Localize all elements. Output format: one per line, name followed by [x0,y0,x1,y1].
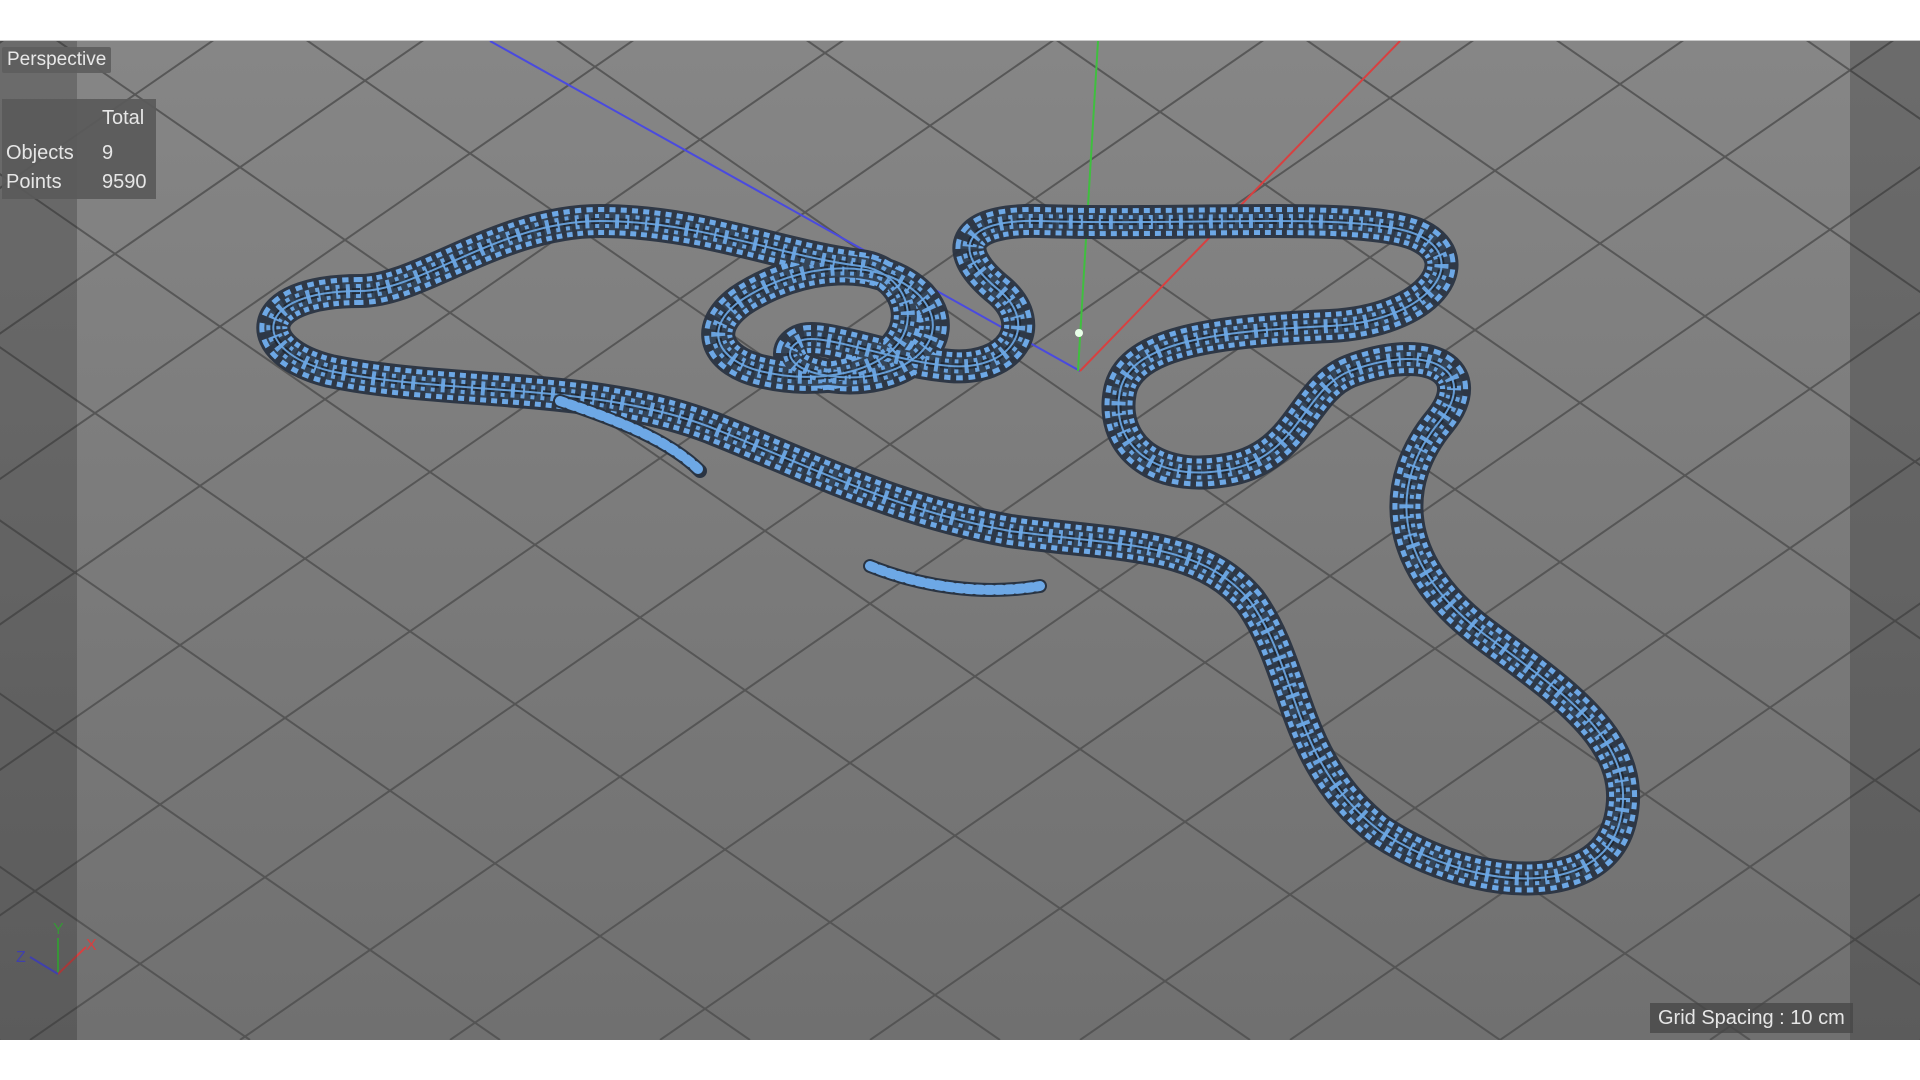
origin-point [1075,329,1083,337]
gizmo-x-label: X [86,937,97,954]
hud-points-label: Points [6,171,62,193]
scene-info-hud: Total Objects 9 Points 9590 [2,99,156,199]
hud-objects-value: 9 [102,142,114,164]
viewport-scene[interactable]: Y X Z [0,41,1920,1040]
viewport-right-shade [1850,41,1920,1040]
bottom-margin [0,1040,1920,1080]
grid-line [805,41,1920,813]
grid-line [1305,41,1920,467]
screenshot-frame: Y X Z Perspective Total Objects 9 Points… [0,0,1920,1080]
top-margin [0,0,1920,41]
grid-line [659,166,1920,1040]
camera-view-label[interactable]: Perspective [2,47,112,73]
grid-line [1289,602,1920,1040]
floor-grid [0,41,1920,1040]
grid-spacing-status: Grid Spacing : 10 cm [1650,1003,1853,1033]
hud-points-value: 9590 [102,171,147,193]
hud-total-header: Total [102,107,145,129]
3d-viewport[interactable]: Y X Z Perspective Total Objects 9 Points… [0,41,1920,1040]
grid-line [555,41,1920,986]
hud-objects-label: Objects [6,142,74,164]
grid-line [0,41,1055,772]
